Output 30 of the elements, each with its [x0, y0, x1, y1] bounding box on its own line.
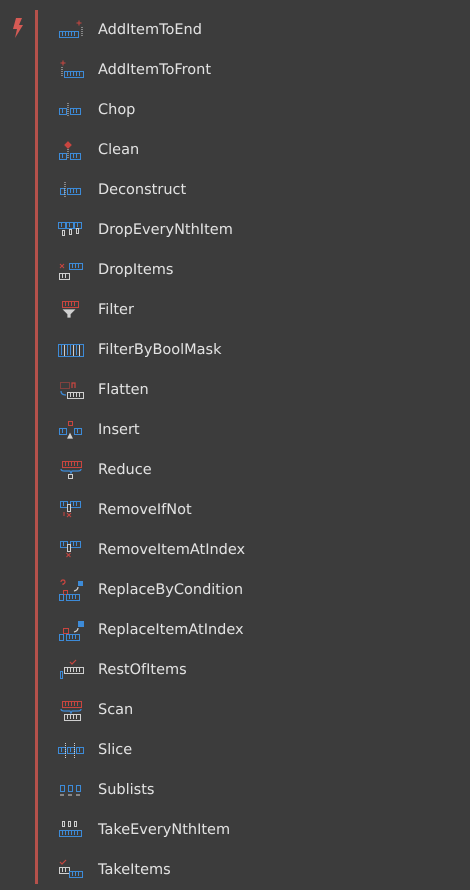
node-label[interactable]: Scan [98, 702, 134, 718]
node-label[interactable]: TakeItems [98, 862, 171, 878]
node-label[interactable]: Slice [98, 742, 132, 758]
node-label[interactable]: Flatten [98, 382, 149, 398]
list-icon [57, 579, 85, 601]
node-label[interactable]: DropItems [98, 262, 174, 278]
node-label[interactable]: ReplaceByCondition [98, 582, 244, 598]
node-label[interactable]: DropEveryNthItem [98, 222, 233, 238]
node-label[interactable]: RemoveIfNot [98, 502, 192, 518]
node-label[interactable]: AddItemToFront [98, 62, 212, 78]
list-icon [57, 619, 85, 641]
node-label[interactable]: AddItemToEnd [98, 22, 202, 38]
node-label[interactable]: ReplaceItemAtIndex [98, 622, 244, 638]
node-label[interactable]: Sublists [98, 782, 154, 798]
node-label[interactable]: Filter [98, 302, 134, 318]
list-icon [57, 859, 85, 881]
node-label[interactable]: Insert [98, 422, 140, 438]
node-label[interactable]: TakeEveryNthItem [98, 822, 230, 838]
node-label[interactable]: RestOfItems [98, 662, 187, 678]
node-label[interactable]: FilterByBoolMask [98, 342, 222, 358]
list-icon [57, 659, 85, 681]
node-label[interactable]: Clean [98, 142, 140, 158]
list-icon [57, 19, 85, 41]
node-label[interactable]: RemoveItemAtIndex [98, 542, 246, 558]
node-label[interactable]: Reduce [98, 462, 152, 478]
node-label[interactable]: Deconstruct [98, 182, 186, 198]
list-icon [57, 379, 85, 401]
lightning-icon [12, 18, 24, 38]
list-icon [57, 419, 85, 441]
node-label[interactable]: Chop [98, 102, 136, 118]
